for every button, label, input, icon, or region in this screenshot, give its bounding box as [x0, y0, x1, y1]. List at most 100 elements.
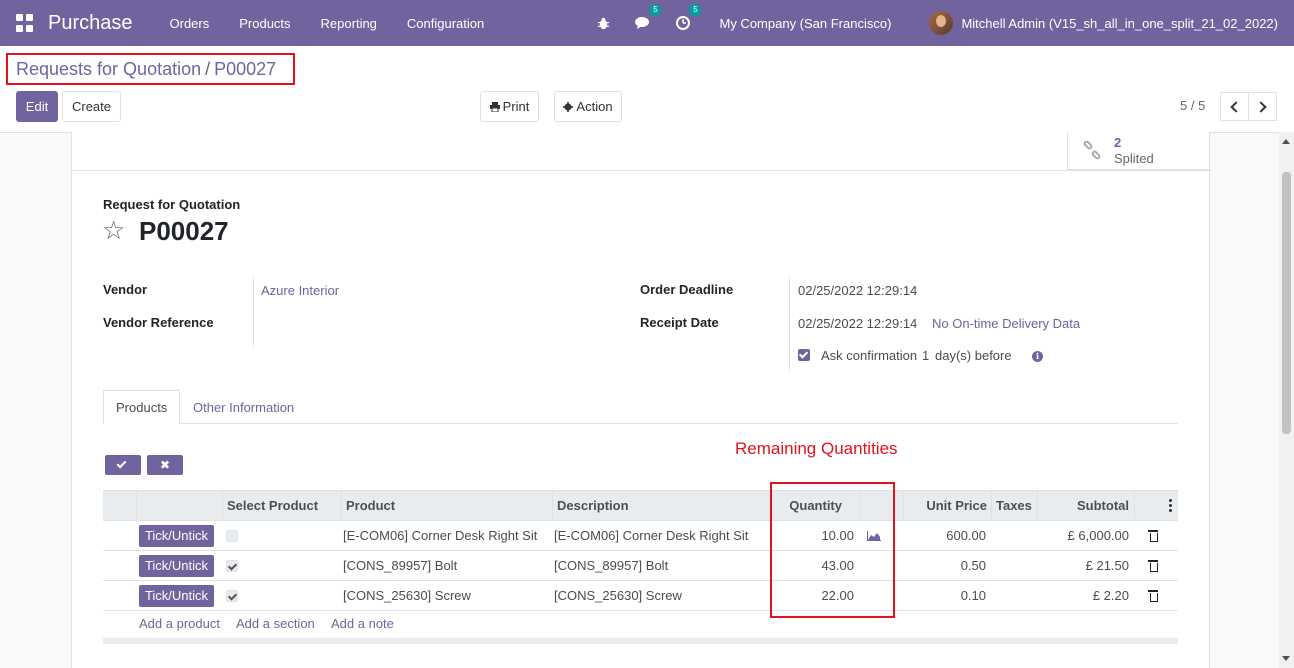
header-unit-price[interactable]: Unit Price	[903, 491, 991, 521]
pager-value[interactable]: 5 / 5	[1180, 98, 1205, 113]
company-switcher[interactable]: My Company (San Francisco)	[719, 16, 891, 31]
select-product-checkbox[interactable]	[226, 590, 238, 602]
remaining-quantities-annotation: Remaining Quantities	[735, 439, 898, 458]
table-row[interactable]: Tick/Untick [CONS_89957] Bolt [CONS_8995…	[103, 551, 1178, 581]
trash-icon[interactable]	[1148, 590, 1158, 602]
product-cell[interactable]: [CONS_89957] Bolt	[343, 551, 548, 580]
header-description[interactable]: Description	[552, 491, 770, 521]
menu-reporting[interactable]: Reporting	[306, 16, 392, 31]
tab-products[interactable]: Products	[103, 390, 181, 424]
kebab-dot	[1169, 499, 1172, 502]
kebab-dot	[1169, 509, 1172, 512]
doc-type-label: Request for Quotation	[103, 197, 241, 212]
vertical-scrollbar[interactable]	[1279, 132, 1294, 668]
close-icon: ✖	[159, 458, 171, 472]
order-deadline-field[interactable]: 02/25/2022 12:29:14	[798, 283, 917, 298]
splited-smart-button[interactable]: 2 Splited	[1067, 132, 1210, 170]
taxes-cell[interactable]	[991, 581, 1037, 610]
quantity-highlight-box	[770, 482, 895, 618]
scrollbar-thumb[interactable]	[1282, 172, 1291, 434]
chat-icon[interactable]: 5	[633, 4, 662, 33]
navbar-systray: 5 5 My Company (San Francisco) Mitchell …	[593, 0, 1294, 46]
product-cell[interactable]: [E-COM06] Corner Desk Right Sit	[343, 521, 548, 550]
subtotal-cell: £ 2.20	[1092, 588, 1129, 603]
check-icon	[116, 458, 127, 469]
print-button[interactable]: Print	[480, 91, 539, 122]
ask-confirmation-checkbox[interactable]	[798, 349, 810, 361]
taxes-cell[interactable]	[991, 551, 1037, 580]
avatar[interactable]	[929, 11, 954, 35]
header-select-product[interactable]: Select Product	[222, 491, 341, 521]
add-note-link[interactable]: Add a note	[331, 616, 394, 631]
taxes-cell[interactable]	[991, 521, 1037, 550]
subtotal-cell: £ 6,000.00	[1067, 528, 1129, 543]
action-button[interactable]: Action	[554, 91, 622, 122]
table-row[interactable]: Tick/Untick [E-COM06] Corner Desk Right …	[103, 521, 1178, 551]
header-product[interactable]: Product	[341, 491, 552, 521]
pager-previous-button[interactable]	[1220, 92, 1249, 121]
clock-icon[interactable]: 5	[673, 4, 702, 33]
splited-label: Splited	[1114, 150, 1154, 166]
create-button[interactable]: Create	[62, 91, 121, 122]
field-divider	[789, 278, 790, 370]
header-tick	[136, 491, 222, 521]
trash-icon[interactable]	[1148, 560, 1158, 572]
scroll-down-icon[interactable]	[1282, 656, 1290, 661]
on-time-delivery-link[interactable]: No On-time Delivery Data	[932, 316, 1080, 331]
table-footer	[103, 638, 1178, 644]
trash-icon[interactable]	[1148, 530, 1158, 542]
apps-menu-icon[interactable]	[16, 14, 34, 32]
tick-untick-button[interactable]: Tick/Untick	[139, 555, 214, 577]
add-section-link[interactable]: Add a section	[236, 616, 315, 631]
pager-next-button[interactable]	[1248, 92, 1277, 121]
tick-untick-button[interactable]: Tick/Untick	[139, 525, 214, 547]
order-deadline-label: Order Deadline	[640, 282, 734, 297]
menu-configuration[interactable]: Configuration	[392, 16, 499, 31]
ask-confirmation-days[interactable]: 1	[922, 348, 929, 363]
page-title: P00027	[139, 216, 229, 246]
top-navbar: Purchase Orders Products Reporting Confi…	[0, 0, 1294, 46]
button-box-divider	[72, 170, 1211, 171]
receipt-date-label: Receipt Date	[640, 315, 719, 330]
subtotal-cell: £ 21.50	[1085, 558, 1129, 573]
user-menu[interactable]: Mitchell Admin (V15_sh_all_in_one_split_…	[961, 16, 1278, 31]
header-optional-columns[interactable]	[1134, 491, 1178, 521]
field-divider	[253, 278, 254, 346]
untick-all-button[interactable]: ✖	[147, 455, 183, 475]
vendor-reference-label: Vendor Reference	[103, 315, 214, 330]
edit-button[interactable]: Edit	[16, 91, 58, 122]
print-icon	[489, 101, 500, 112]
add-product-link[interactable]: Add a product	[139, 616, 220, 631]
app-name[interactable]: Purchase	[48, 12, 133, 35]
product-cell[interactable]: [CONS_25630] Screw	[343, 581, 548, 610]
chat-badge: 5	[649, 4, 662, 16]
menu-orders[interactable]: Orders	[155, 16, 225, 31]
header-subtotal[interactable]: Subtotal	[1037, 491, 1134, 521]
splited-count: 2	[1114, 134, 1122, 150]
menu-products[interactable]: Products	[224, 16, 305, 31]
star-icon[interactable]: ☆	[102, 216, 125, 244]
select-product-checkbox[interactable]	[226, 530, 238, 542]
ask-confirmation-suffix: day(s) before	[935, 348, 1012, 363]
vendor-field[interactable]: Azure Interior	[261, 283, 339, 298]
select-product-checkbox[interactable]	[226, 560, 238, 572]
unit-price-cell[interactable]: 0.50	[903, 551, 986, 580]
unit-price-cell[interactable]: 600.00	[903, 521, 986, 550]
unit-price-cell[interactable]: 0.10	[903, 581, 986, 610]
ask-confirmation-label: Ask confirmation	[821, 348, 918, 363]
description-cell[interactable]: [E-COM06] Corner Desk Right Sit	[554, 521, 766, 550]
description-cell[interactable]: [CONS_89957] Bolt	[554, 551, 766, 580]
breadcrumb-parent[interactable]: Requests for Quotation	[16, 59, 201, 80]
gear-icon	[563, 101, 574, 112]
description-cell[interactable]: [CONS_25630] Screw	[554, 581, 766, 610]
table-row[interactable]: Tick/Untick [CONS_25630] Screw [CONS_256…	[103, 581, 1178, 611]
tick-all-button[interactable]	[105, 455, 141, 475]
scroll-up-icon[interactable]	[1282, 139, 1290, 144]
chevron-right-icon	[1255, 100, 1267, 113]
tick-untick-button[interactable]: Tick/Untick	[139, 585, 214, 607]
header-taxes[interactable]: Taxes	[991, 491, 1037, 521]
bug-icon[interactable]	[593, 13, 613, 33]
info-icon[interactable]: i	[1032, 351, 1043, 362]
receipt-date-field[interactable]: 02/25/2022 12:29:14	[798, 316, 917, 331]
tab-other-information[interactable]: Other Information	[181, 390, 306, 424]
